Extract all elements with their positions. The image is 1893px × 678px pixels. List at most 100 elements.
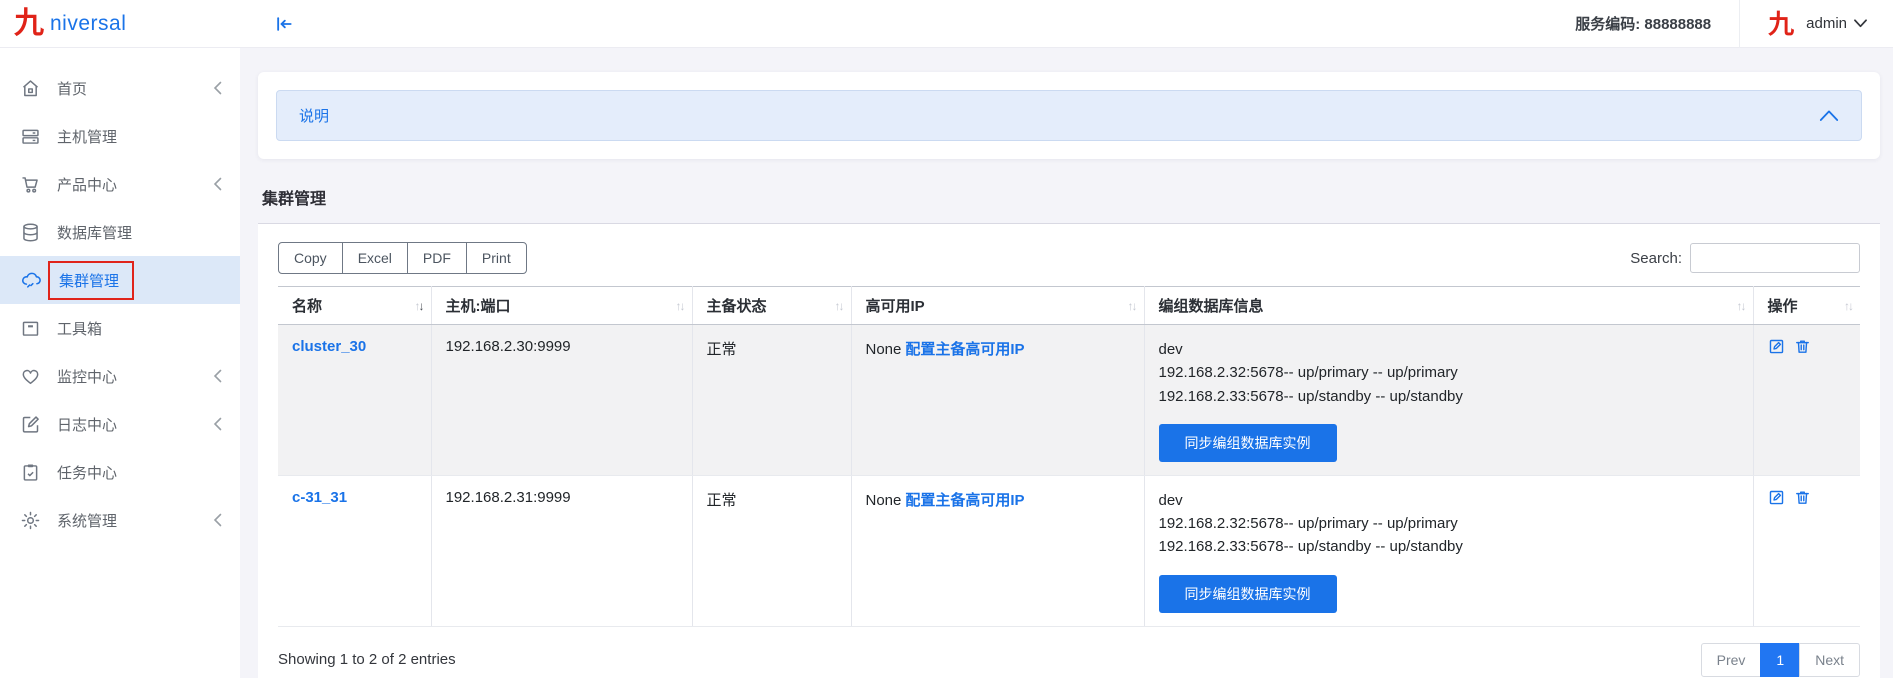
table-row: cluster_30 192.168.2.30:9999 正常 None配置主备…: [278, 325, 1860, 476]
notice-header[interactable]: 说明: [276, 90, 1862, 141]
brand-mini-logo: 九: [1768, 11, 1794, 37]
sync-group-db-button[interactable]: 同步编组数据库实例: [1159, 424, 1337, 462]
group-instance-line: 192.168.2.32:5678-- up/primary -- up/pri…: [1159, 361, 1739, 384]
table-row: c-31_31 192.168.2.31:9999 正常 None配置主备高可用…: [278, 475, 1860, 626]
configure-ha-ip-link[interactable]: 配置主备高可用IP: [905, 492, 1024, 509]
home-icon: [20, 77, 42, 99]
chevron-left-icon: [213, 417, 222, 431]
sidebar-item-label: 产品中心: [57, 174, 213, 195]
main-content: 说明 集群管理 Copy Excel PDF Print Search:: [240, 48, 1893, 678]
heart-icon: [20, 365, 42, 387]
chevron-up-icon[interactable]: [1819, 109, 1839, 122]
sidebar-item-label: 任务中心: [57, 462, 222, 483]
chevron-down-icon: [1854, 19, 1867, 28]
ha-ip-value: None: [866, 492, 902, 509]
top-header: 九 niversal 服务编码: 88888888 九 admin: [0, 0, 1893, 48]
status-cell: 正常: [692, 475, 851, 626]
column-header-group-db-info[interactable]: 编组数据库信息↑↓: [1144, 287, 1753, 325]
task-icon: [20, 461, 42, 483]
edit-icon[interactable]: [1768, 489, 1785, 506]
sidebar-item-label: 集群管理: [48, 261, 134, 300]
chevron-left-icon: [213, 177, 222, 191]
sort-icon: ↑↓: [415, 299, 423, 313]
sidebar-item-products[interactable]: 产品中心: [0, 160, 240, 208]
column-header-name[interactable]: 名称↑↓: [278, 287, 431, 325]
sidebar-nav: 首页 主机管理 产品中心 数据库管理 集群管理: [0, 48, 240, 678]
cluster-name-link[interactable]: c-31_31: [292, 489, 347, 506]
entries-info: Showing 1 to 2 of 2 entries: [278, 651, 456, 668]
sort-icon: ↑↓: [1844, 299, 1852, 313]
host-port-cell: 192.168.2.30:9999: [431, 325, 692, 476]
username-text: admin: [1806, 15, 1847, 32]
sidebar-item-clusters[interactable]: 集群管理: [0, 256, 240, 304]
search-input[interactable]: [1690, 243, 1860, 273]
excel-button[interactable]: Excel: [342, 242, 408, 274]
chevron-left-icon: [213, 369, 222, 383]
column-header-status[interactable]: 主备状态↑↓: [692, 287, 851, 325]
sidebar-item-system[interactable]: 系统管理: [0, 496, 240, 544]
brand-name: niversal: [50, 12, 126, 36]
export-button-group: Copy Excel PDF Print: [278, 242, 527, 274]
host-port-cell: 192.168.2.31:9999: [431, 475, 692, 626]
sort-icon: ↑↓: [1128, 299, 1136, 313]
gear-icon: [20, 509, 42, 531]
brand-logo[interactable]: 九 niversal: [0, 0, 240, 47]
sidebar-item-label: 数据库管理: [57, 222, 222, 243]
copy-button[interactable]: Copy: [278, 242, 343, 274]
group-instance-line: 192.168.2.33:5678-- up/standby -- up/sta…: [1159, 385, 1739, 408]
group-instance-line: 192.168.2.32:5678-- up/primary -- up/pri…: [1159, 512, 1739, 535]
host-icon: [20, 125, 42, 147]
page-title: 集群管理: [262, 185, 1876, 209]
chevron-left-icon: [213, 513, 222, 527]
service-code-text: 服务编码: 88888888: [1575, 13, 1711, 34]
sidebar-item-label: 工具箱: [57, 318, 222, 339]
table-panel: Copy Excel PDF Print Search: 名称↑↓: [258, 224, 1880, 678]
column-header-ha-ip[interactable]: 高可用IP↑↓: [851, 287, 1144, 325]
sidebar-item-label: 系统管理: [57, 510, 213, 531]
brand-logo-glyph: 九: [14, 9, 44, 39]
database-icon: [20, 221, 42, 243]
edit-icon: [20, 413, 42, 435]
sidebar-item-tasks[interactable]: 任务中心: [0, 448, 240, 496]
group-name: dev: [1159, 338, 1739, 361]
sort-icon: ↑↓: [676, 299, 684, 313]
table-toolbar: Copy Excel PDF Print Search:: [278, 242, 1860, 274]
table-footer: Showing 1 to 2 of 2 entries Prev 1 Next: [278, 627, 1860, 678]
clusters-table: 名称↑↓ 主机:端口↑↓ 主备状态↑↓ 高可用IP↑↓ 编组数据库信息↑↓ 操作…: [278, 286, 1860, 627]
notice-card: 说明: [258, 72, 1880, 159]
group-instance-line: 192.168.2.33:5678-- up/standby -- up/sta…: [1159, 535, 1739, 558]
sidebar-item-label: 监控中心: [57, 366, 213, 387]
sidebar-item-hosts[interactable]: 主机管理: [0, 112, 240, 160]
sidebar-item-databases[interactable]: 数据库管理: [0, 208, 240, 256]
column-header-host-port[interactable]: 主机:端口↑↓: [431, 287, 692, 325]
edit-icon[interactable]: [1768, 338, 1785, 355]
header-divider: [1739, 0, 1740, 48]
sidebar-item-home[interactable]: 首页: [0, 64, 240, 112]
sidebar-item-toolbox[interactable]: 工具箱: [0, 304, 240, 352]
user-menu[interactable]: admin: [1806, 15, 1867, 32]
delete-icon[interactable]: [1794, 338, 1811, 355]
ha-ip-value: None: [866, 341, 902, 358]
sidebar-item-logs[interactable]: 日志中心: [0, 400, 240, 448]
page-1-button[interactable]: 1: [1760, 643, 1800, 677]
sync-group-db-button[interactable]: 同步编组数据库实例: [1159, 575, 1337, 613]
column-header-actions[interactable]: 操作↑↓: [1753, 287, 1860, 325]
pagination: Prev 1 Next: [1701, 643, 1860, 677]
sidebar-item-monitoring[interactable]: 监控中心: [0, 352, 240, 400]
sort-icon: ↑↓: [835, 299, 843, 313]
toolbox-icon: [20, 317, 42, 339]
prev-page-button[interactable]: Prev: [1701, 643, 1762, 677]
cluster-name-link[interactable]: cluster_30: [292, 338, 366, 355]
delete-icon[interactable]: [1794, 489, 1811, 506]
configure-ha-ip-link[interactable]: 配置主备高可用IP: [905, 341, 1024, 358]
group-name: dev: [1159, 489, 1739, 512]
sidebar-item-label: 首页: [57, 78, 213, 99]
pdf-button[interactable]: PDF: [407, 242, 467, 274]
print-button[interactable]: Print: [466, 242, 527, 274]
cluster-cloud-icon: [20, 269, 42, 291]
cart-icon: [20, 173, 42, 195]
status-cell: 正常: [692, 325, 851, 476]
sidebar-collapse-icon[interactable]: [274, 14, 294, 34]
next-page-button[interactable]: Next: [1799, 643, 1860, 677]
notice-title: 说明: [299, 105, 329, 126]
